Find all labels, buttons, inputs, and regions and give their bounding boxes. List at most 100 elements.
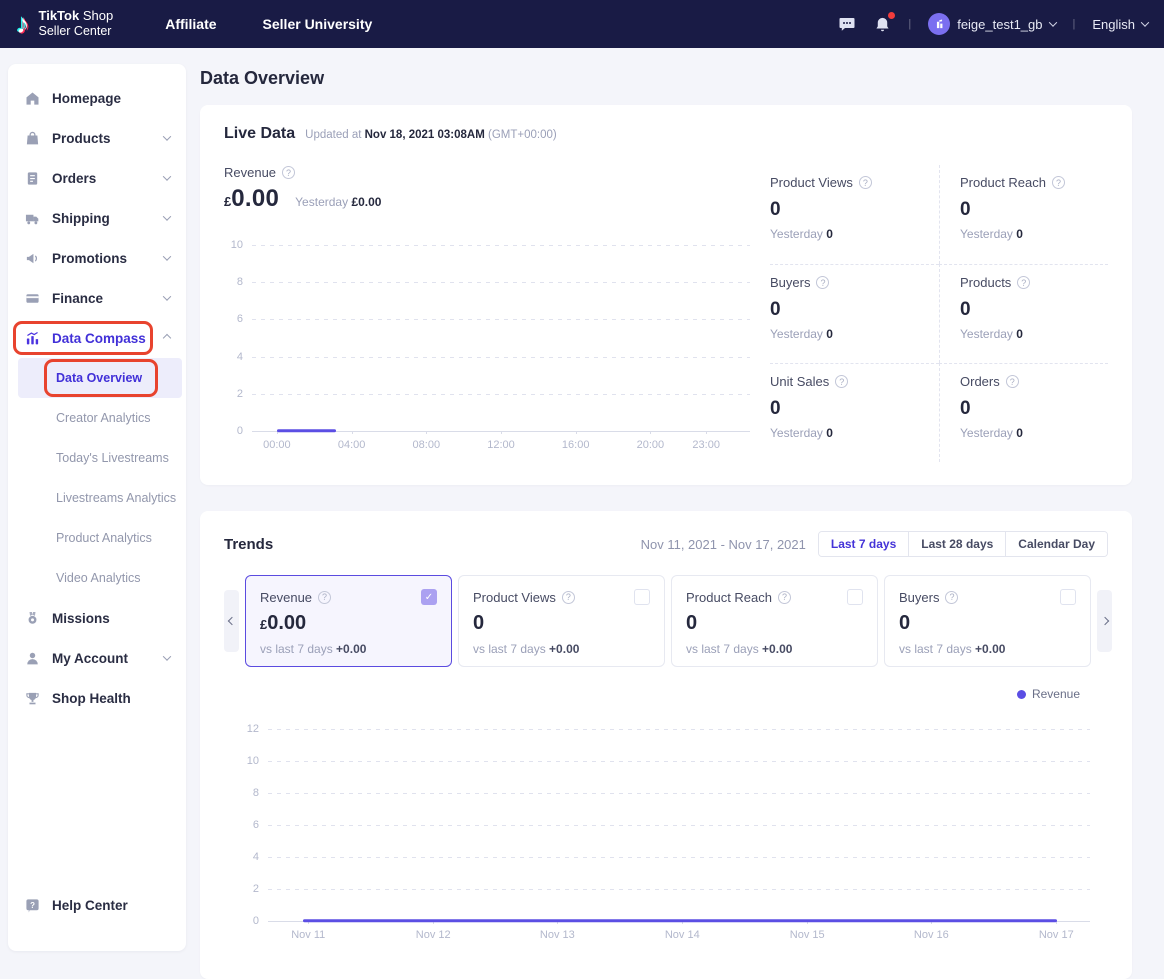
trend-card-buyers[interactable]: Buyers ? 0 vs last 7 days +0.00 [884,575,1091,667]
trend-metric-cards: Revenue ? ✓ £0.00 vs last 7 days +0.00 P… [224,575,1108,667]
trend-card-product-reach[interactable]: Product Reach ? 0 vs last 7 days +0.00 [671,575,878,667]
date-range-label: Nov 11, 2021 - Nov 17, 2021 [641,537,806,552]
nav-seller-university[interactable]: Seller University [263,16,373,32]
info-icon[interactable]: ? [816,276,829,289]
info-icon[interactable]: ? [945,591,958,604]
chevron-right-icon [1100,617,1108,625]
orders-document-icon [24,170,40,186]
sidebar-item-help-center[interactable]: ? Help Center [8,885,186,925]
trophy-icon [24,690,40,706]
person-icon [24,650,40,666]
stat-orders: Orders? 0 Yesterday 0 [939,363,1108,462]
chat-icon[interactable] [838,15,856,33]
legend-label: Revenue [1032,687,1080,701]
sidebar-subitem-label: Livestreams Analytics [56,491,176,505]
sidebar-item-label: Finance [52,291,103,306]
info-icon[interactable]: ? [562,591,575,604]
sidebar-subitem-label: Video Analytics [56,571,141,585]
live-data-card: Live Data Updated at Nov 18, 2021 03:08A… [200,105,1132,485]
sidebar-item-shop-health[interactable]: Shop Health [8,678,186,718]
stat-unit-sales: Unit Sales? 0 Yesterday 0 [770,363,939,462]
trends-chart: 024681012Nov 11Nov 12Nov 13Nov 14Nov 15N… [268,729,1090,921]
info-icon[interactable]: ? [1017,276,1030,289]
chevron-down-icon [1141,18,1149,26]
sidebar-item-orders[interactable]: Orders [8,158,186,198]
chevron-up-icon [163,334,171,342]
legend-dot-icon [1017,690,1026,699]
info-icon[interactable]: ? [282,166,295,179]
sidebar-subitem-product-analytics[interactable]: Product Analytics [8,518,186,558]
stat-buyers: Buyers? 0 Yesterday 0 [770,264,939,363]
sidebar-item-products[interactable]: Products [8,118,186,158]
range-last-7-days-button[interactable]: Last 7 days [819,532,908,556]
user-menu[interactable]: feige_test1_gb [928,13,1055,35]
checkbox-unchecked-icon[interactable] [847,589,863,605]
tiktok-shop-logo[interactable]: ♪ TikTok Shop Seller Center [16,9,113,38]
sidebar-subitem-creator-analytics[interactable]: Creator Analytics [8,398,186,438]
sidebar-item-missions[interactable]: Missions [8,598,186,638]
sidebar-subitem-livestreams-analytics[interactable]: Livestreams Analytics [8,478,186,518]
sidebar-subitem-video-analytics[interactable]: Video Analytics [8,558,186,598]
live-data-chart: 024681000:0004:0008:0012:0016:0020:0023:… [252,245,750,431]
updated-at: Updated at Nov 18, 2021 03:08AM (GMT+00:… [305,129,557,141]
sidebar-item-promotions[interactable]: Promotions [8,238,186,278]
sidebar-subitem-data-overview[interactable]: Data Overview [18,358,182,398]
trend-card-product-views[interactable]: Product Views ? 0 vs last 7 days +0.00 [458,575,665,667]
language-label: English [1092,17,1135,32]
medal-icon [24,610,40,626]
info-icon[interactable]: ? [859,176,872,189]
chart-legend: Revenue [224,687,1080,701]
range-calendar-day-button[interactable]: Calendar Day [1005,532,1107,556]
sidebar-subitem-label: Today's Livestreams [56,451,169,465]
info-icon[interactable]: ? [778,591,791,604]
scroll-left-button[interactable] [224,590,239,652]
topbar: ♪ TikTok Shop Seller Center Affiliate Se… [0,0,1164,48]
sidebar-item-finance[interactable]: Finance [8,278,186,318]
sidebar-item-data-compass[interactable]: Data Compass [8,318,186,358]
logo-text: TikTok Shop Seller Center [39,9,114,38]
sidebar-item-label: Shipping [52,211,110,226]
info-icon[interactable]: ? [1006,375,1019,388]
revenue-value: 0.00 [231,185,279,213]
stat-value: 0 [770,299,939,321]
sidebar: Homepage Products Orders Shipping Promot… [8,64,186,951]
stat-value: 0 [960,199,1108,221]
info-icon[interactable]: ? [835,375,848,388]
sidebar-item-shipping[interactable]: Shipping [8,198,186,238]
sidebar-subitem-todays-livestreams[interactable]: Today's Livestreams [8,438,186,478]
sidebar-subitem-label: Product Analytics [56,531,152,545]
divider: | [1073,18,1076,30]
info-icon[interactable]: ? [318,591,331,604]
scroll-right-button[interactable] [1097,590,1112,652]
sidebar-item-label: Products [52,131,111,146]
chevron-down-icon [163,132,171,140]
info-icon[interactable]: ? [1052,176,1065,189]
topbar-nav: Affiliate Seller University [165,16,372,32]
notification-bell-icon[interactable] [873,15,891,33]
sidebar-item-my-account[interactable]: My Account [8,638,186,678]
date-range-toggle: Last 7 days Last 28 days Calendar Day [818,531,1108,557]
sidebar-item-label: Data Compass [52,331,146,346]
chevron-down-icon [163,212,171,220]
checkbox-unchecked-icon[interactable] [634,589,650,605]
sidebar-item-label: Promotions [52,251,127,266]
checkbox-unchecked-icon[interactable] [1060,589,1076,605]
range-last-28-days-button[interactable]: Last 28 days [908,532,1005,556]
currency-symbol: £ [224,194,231,209]
language-selector[interactable]: English [1092,17,1148,32]
chevron-left-icon [227,617,235,625]
nav-affiliate[interactable]: Affiliate [165,16,216,32]
checkbox-checked-icon[interactable]: ✓ [421,589,437,605]
chevron-down-icon [163,292,171,300]
sidebar-item-label: Orders [52,171,96,186]
sidebar-item-homepage[interactable]: Homepage [8,78,186,118]
trend-card-revenue[interactable]: Revenue ? ✓ £0.00 vs last 7 days +0.00 [245,575,452,667]
chevron-down-icon [163,172,171,180]
revenue-label: Revenue [224,165,276,180]
stat-value: 0 [960,398,1108,420]
divider: | [908,18,911,30]
credit-card-icon [24,290,40,306]
sidebar-subitem-label: Creator Analytics [56,411,150,425]
live-stats-grid: Product Views? 0 Yesterday 0 Product Rea… [770,165,1108,462]
page-title: Data Overview [200,68,1132,89]
